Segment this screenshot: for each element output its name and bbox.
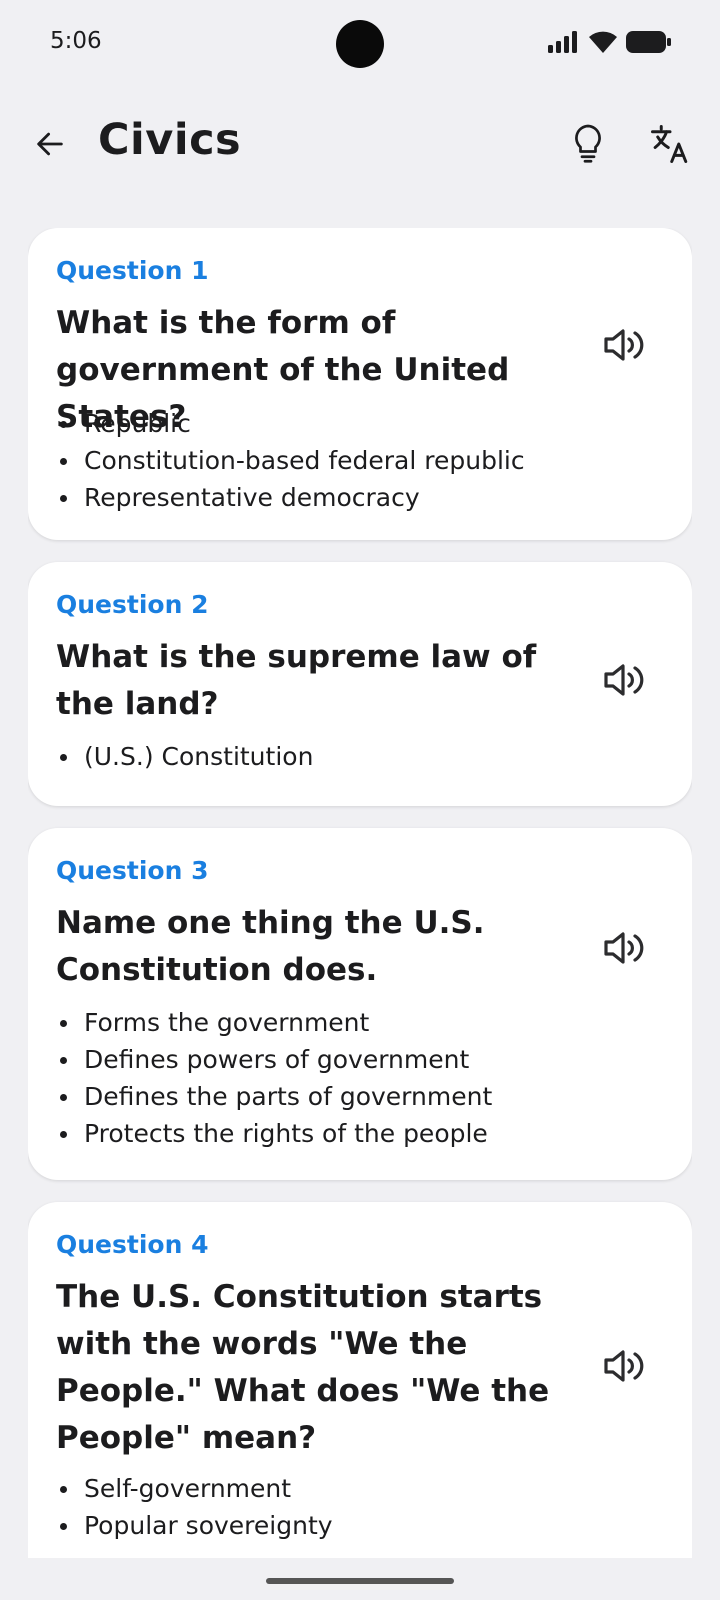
wifi-icon [589, 31, 617, 53]
answer-item: Protects the rights of the people [56, 1115, 492, 1152]
question-text: What is the supreme law of the land? [56, 639, 537, 722]
question-card-4[interactable]: Question 4 The U.S. Constitution starts … [28, 1202, 692, 1558]
app-bar: Civics [0, 100, 720, 188]
camera-cutout [336, 20, 384, 68]
answer-item: Defines the parts of government [56, 1078, 492, 1115]
question-label: Question 2 [56, 590, 209, 619]
speaker-icon [604, 664, 644, 696]
play-audio-button[interactable] [598, 922, 650, 974]
hint-button[interactable] [560, 116, 616, 172]
question-card-1[interactable]: Question 1 What is the form of governmen… [28, 228, 692, 540]
answer-item: Popular sovereignty [56, 1507, 333, 1544]
answer-list: Republic Constitution-based federal repu… [56, 405, 525, 516]
question-text: The U.S. Constitution starts with the wo… [56, 1279, 550, 1456]
answer-item: Representative democracy [56, 479, 525, 516]
question-card-2[interactable]: Question 2 What is the supreme law of th… [28, 562, 692, 806]
question-label: Question 4 [56, 1230, 209, 1259]
play-audio-button[interactable] [598, 654, 650, 706]
speaker-icon [604, 1350, 644, 1382]
question-text: Name one thing the U.S. Constitution doe… [56, 905, 485, 988]
answer-item: Republic [56, 405, 525, 442]
status-icons [548, 30, 672, 54]
home-indicator[interactable] [266, 1578, 454, 1584]
answer-list: Forms the government Defines powers of g… [56, 1004, 492, 1152]
question-label: Question 1 [56, 256, 209, 285]
translate-button[interactable] [642, 116, 698, 172]
answer-item: (U.S.) Constitution [56, 738, 313, 775]
battery-icon [626, 31, 671, 53]
answer-list: (U.S.) Constitution [56, 738, 313, 775]
answer-list: Self-government Popular sovereignty [56, 1470, 333, 1544]
translate-icon [651, 125, 688, 163]
page-title: Civics [98, 115, 242, 165]
answer-item: Forms the government [56, 1004, 492, 1041]
play-audio-button[interactable] [598, 319, 650, 371]
cellular-signal-icon [548, 31, 577, 53]
answer-item: Constitution-based federal republic [56, 442, 525, 479]
answer-item: Defines powers of government [56, 1041, 492, 1078]
play-audio-button[interactable] [598, 1340, 650, 1392]
speaker-icon [604, 329, 644, 361]
speaker-icon [604, 932, 644, 964]
question-card-3[interactable]: Question 3 Name one thing the U.S. Const… [28, 828, 692, 1180]
status-bar: 5:06 [0, 0, 720, 88]
question-list[interactable]: Question 1 What is the form of governmen… [28, 228, 692, 1558]
answer-item: Self-government [56, 1470, 333, 1507]
back-button[interactable] [22, 116, 78, 172]
lightbulb-icon [575, 124, 601, 163]
status-time: 5:06 [50, 28, 102, 54]
arrow-left-icon [37, 132, 63, 156]
question-label: Question 3 [56, 856, 209, 885]
